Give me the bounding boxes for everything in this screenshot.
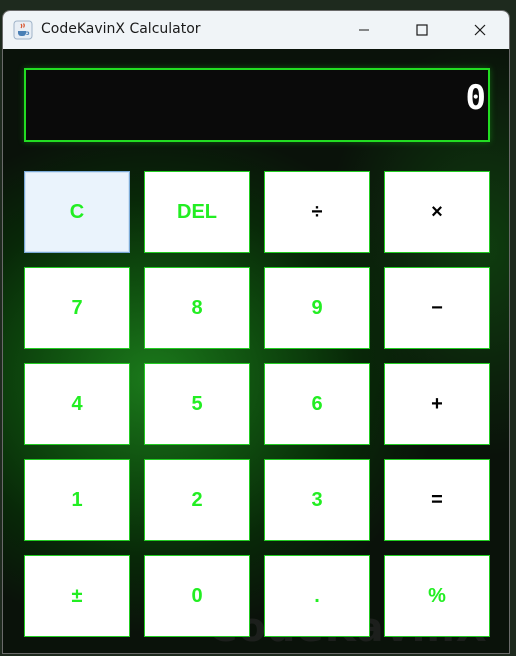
- add-button[interactable]: +: [384, 363, 490, 445]
- multiply-button[interactable]: ×: [384, 171, 490, 253]
- digit-0-button[interactable]: 0: [144, 555, 250, 637]
- keypad: C DEL ÷ × 7 8 9 − 4 5 6 + 1 2 3 = ± 0 . …: [24, 171, 490, 639]
- digit-8-button[interactable]: 8: [144, 267, 250, 349]
- digit-2-button[interactable]: 2: [144, 459, 250, 541]
- maximize-button[interactable]: [393, 11, 451, 49]
- digit-5-button[interactable]: 5: [144, 363, 250, 445]
- decimal-button[interactable]: .: [264, 555, 370, 637]
- maximize-icon: [416, 24, 428, 36]
- negate-button[interactable]: ±: [24, 555, 130, 637]
- result-display: 0: [24, 68, 490, 142]
- window-title: CodeKavinX Calculator: [41, 21, 201, 37]
- equals-button[interactable]: =: [384, 459, 490, 541]
- close-button[interactable]: [451, 11, 509, 49]
- display-value: 0: [465, 78, 486, 118]
- close-icon: [474, 24, 486, 36]
- digit-1-button[interactable]: 1: [24, 459, 130, 541]
- calculator-body: CodeKavinX 0 C DEL ÷ × 7 8 9 − 4 5 6 + 1…: [3, 49, 509, 653]
- minimize-button[interactable]: [335, 11, 393, 49]
- digit-6-button[interactable]: 6: [264, 363, 370, 445]
- calculator-window: CodeKavinX Calculator CodeKavinX 0 C DEL: [2, 10, 510, 654]
- delete-button[interactable]: DEL: [144, 171, 250, 253]
- title-bar[interactable]: CodeKavinX Calculator: [3, 11, 509, 49]
- clear-button[interactable]: C: [24, 171, 130, 253]
- digit-4-button[interactable]: 4: [24, 363, 130, 445]
- digit-7-button[interactable]: 7: [24, 267, 130, 349]
- digit-9-button[interactable]: 9: [264, 267, 370, 349]
- percent-button[interactable]: %: [384, 555, 490, 637]
- minimize-icon: [359, 29, 369, 31]
- java-cup-icon: [13, 20, 33, 40]
- divide-button[interactable]: ÷: [264, 171, 370, 253]
- digit-3-button[interactable]: 3: [264, 459, 370, 541]
- subtract-button[interactable]: −: [384, 267, 490, 349]
